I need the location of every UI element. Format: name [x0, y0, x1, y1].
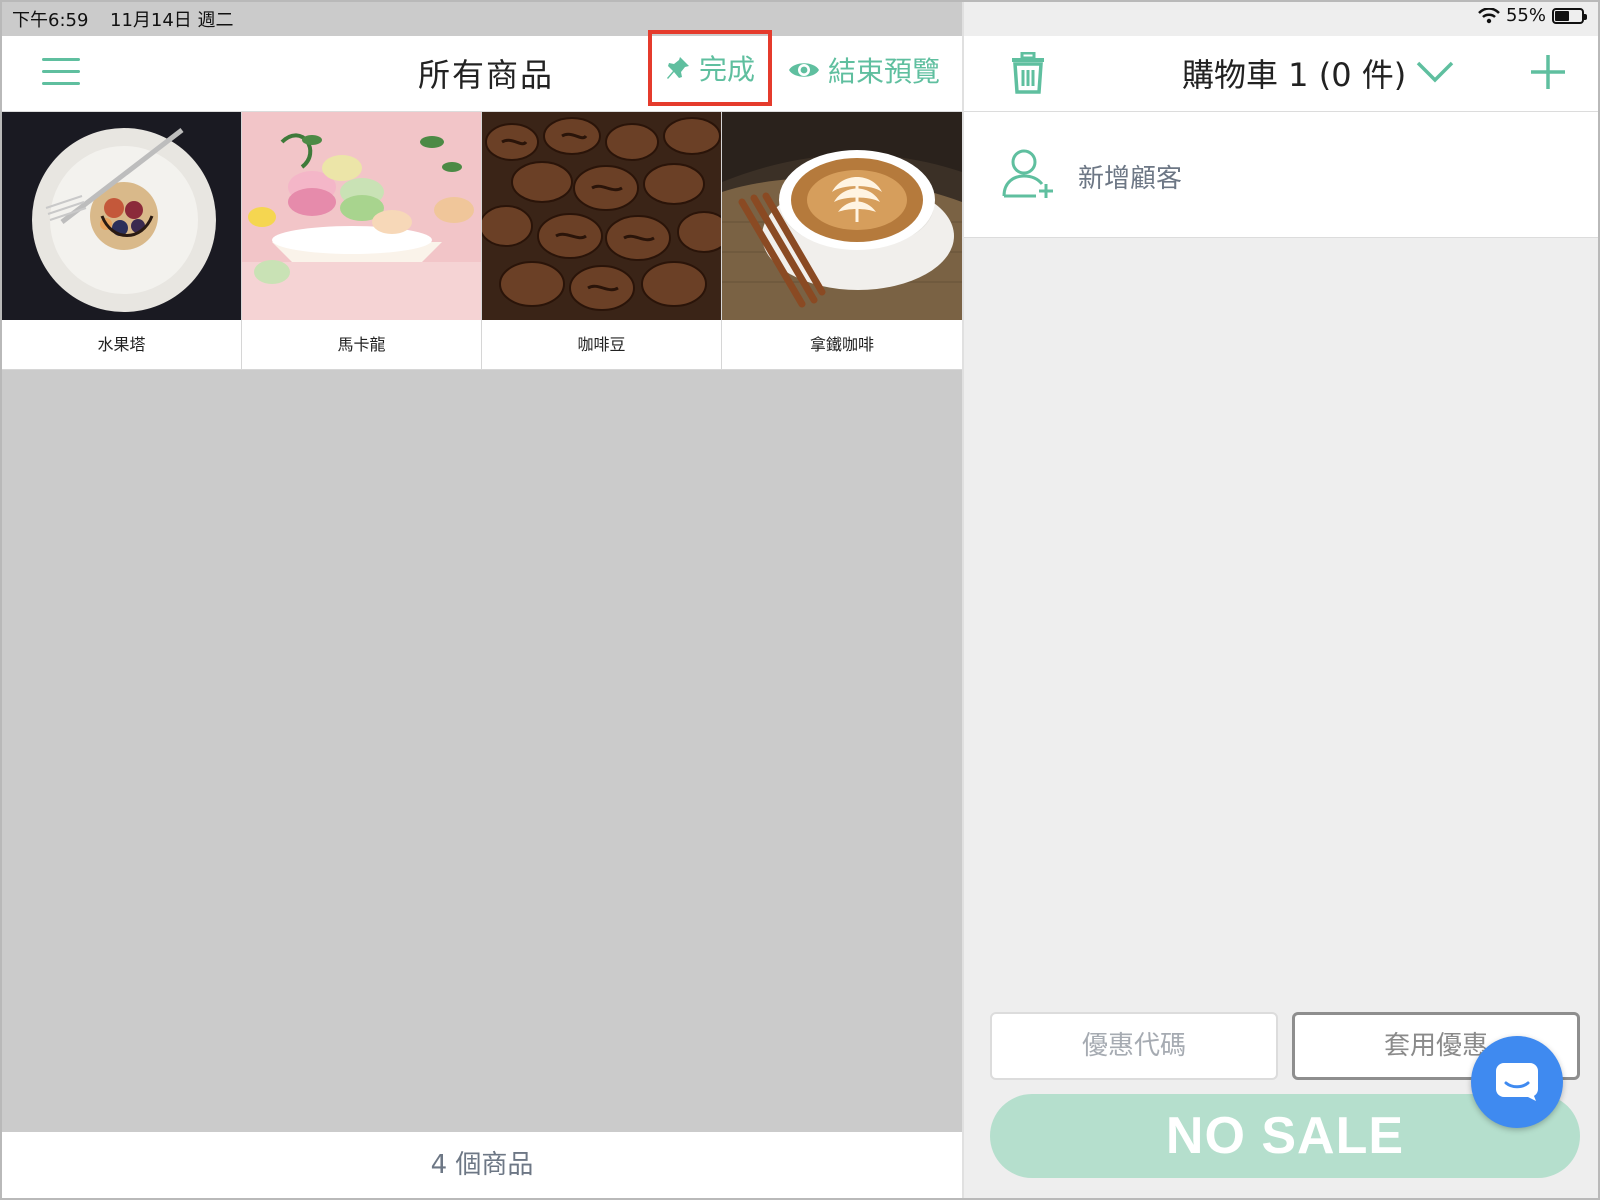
- status-bar: 下午6:59 11月14日 週二 55%: [2, 2, 1598, 36]
- plus-icon: [1531, 55, 1565, 89]
- battery-icon: [1552, 7, 1587, 24]
- latte-image: [722, 112, 962, 320]
- product-grid: 水果塔 馬卡龍 咖啡豆 拿鐵咖啡: [2, 112, 962, 370]
- fruit-tart-image: [2, 112, 241, 320]
- done-label: 完成: [698, 53, 755, 86]
- status-right: 55%: [1478, 5, 1587, 26]
- product-name: 咖啡豆: [577, 335, 626, 354]
- product-name: 馬卡龍: [337, 335, 386, 354]
- trash-icon[interactable]: [1010, 51, 1046, 98]
- chat-icon: [1496, 1063, 1538, 1101]
- product-card-fruit-tart[interactable]: 水果塔: [2, 112, 242, 370]
- promo-code-input[interactable]: 優惠代碼: [990, 1012, 1278, 1080]
- product-card-latte[interactable]: 拿鐵咖啡: [722, 112, 962, 370]
- product-count: 4 個商品: [2, 1132, 962, 1198]
- product-panel: 所有商品 完成 結束預覽 水果塔 馬卡龍 咖啡豆 拿鐵咖啡 4 個商品: [2, 2, 962, 1198]
- page-title: 所有商品: [418, 56, 555, 94]
- status-date: 11月14日 週二: [110, 10, 234, 31]
- battery-percent: 55%: [1505, 5, 1546, 26]
- product-card-macarons[interactable]: 馬卡龍: [242, 112, 482, 370]
- end-preview-button[interactable]: 結束預覽: [788, 50, 940, 90]
- pin-icon: [666, 57, 689, 79]
- add-customer-label: 新增顧客: [1078, 164, 1183, 194]
- end-preview-label: 結束預覽: [828, 55, 941, 88]
- add-user-icon: [1002, 148, 1056, 204]
- cart-title: 購物車 1 (0 件): [1182, 56, 1407, 94]
- status-time: 下午6:59: [12, 10, 89, 31]
- done-button[interactable]: 完成: [648, 30, 772, 106]
- menu-icon[interactable]: [42, 58, 80, 86]
- product-name: 水果塔: [97, 335, 146, 354]
- macarons-image: [242, 112, 481, 320]
- cart-header: 購物車 1 (0 件): [964, 36, 1598, 112]
- coffee-beans-image: [482, 112, 721, 320]
- chevron-down-icon[interactable]: [1416, 60, 1454, 88]
- cart-panel: 購物車 1 (0 件) 新增顧客 優惠代碼 套用優惠 NO SALE: [962, 2, 1598, 1198]
- eye-icon: [789, 63, 819, 77]
- chat-button[interactable]: [1471, 1036, 1563, 1128]
- wifi-icon: [1478, 7, 1500, 23]
- product-header: 所有商品 完成 結束預覽: [2, 30, 962, 112]
- add-customer-button[interactable]: 新增顧客: [964, 112, 1598, 238]
- add-cart-button[interactable]: [1530, 54, 1566, 94]
- app-window: 所有商品 完成 結束預覽 水果塔 馬卡龍 咖啡豆 拿鐵咖啡 4 個商品 購物車 …: [0, 0, 1600, 1200]
- product-card-coffee-beans[interactable]: 咖啡豆: [482, 112, 722, 370]
- product-name: 拿鐵咖啡: [809, 335, 874, 354]
